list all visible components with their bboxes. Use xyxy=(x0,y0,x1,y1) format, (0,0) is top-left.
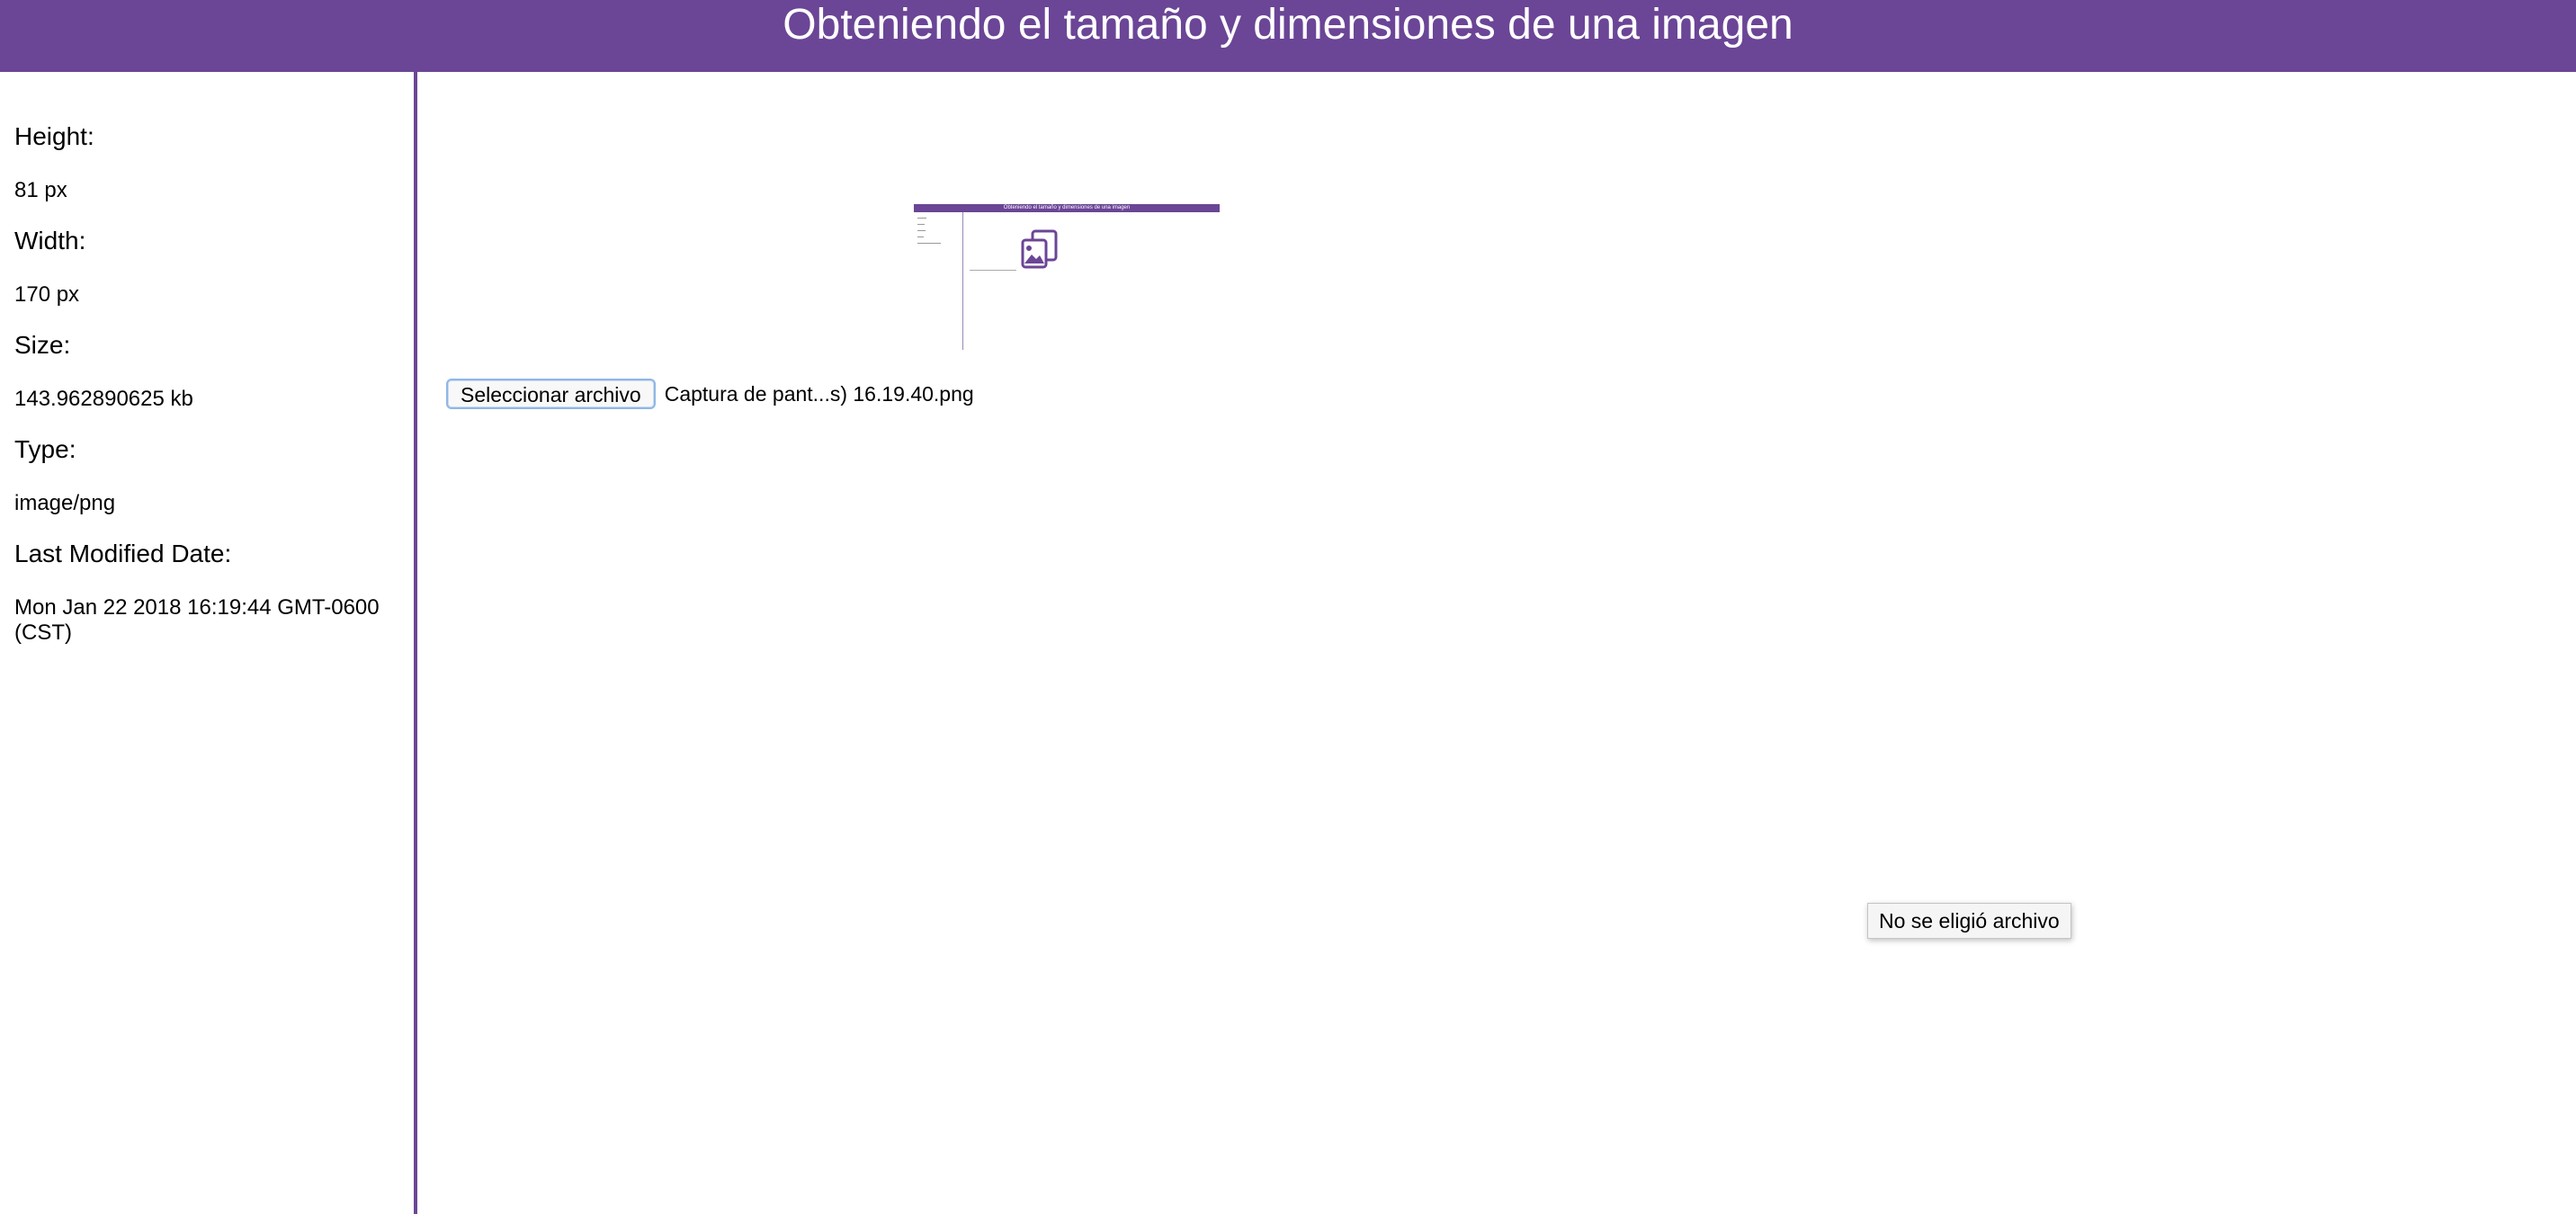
preview-header: Obteniendo el tamaño y dimensiones de un… xyxy=(914,204,1220,212)
page-header: Obteniendo el tamaño y dimensiones de un… xyxy=(0,0,2576,72)
height-value: 81 px xyxy=(14,178,67,202)
preview-text-line xyxy=(970,270,1016,271)
main-content xyxy=(417,72,2576,1214)
modified-date-label: Last Modified Date: xyxy=(14,540,232,567)
page-title: Obteniendo el tamaño y dimensiones de un… xyxy=(783,1,1793,49)
size-label: Size: xyxy=(14,331,71,359)
type-value: image/png xyxy=(14,491,116,515)
width-label: Width: xyxy=(14,227,86,254)
images-icon xyxy=(1021,229,1058,269)
modified-date-value: Mon Jan 22 2018 16:19:44 GMT-0600 (CST) xyxy=(14,595,380,645)
file-tooltip: No se eligió archivo xyxy=(1867,903,2071,939)
preview-text-line xyxy=(917,243,941,244)
preview-text-line xyxy=(917,230,926,231)
select-file-button[interactable]: Seleccionar archivo xyxy=(446,379,656,409)
image-preview: Obteniendo el tamaño y dimensiones de un… xyxy=(914,204,1220,350)
preview-text-line xyxy=(917,218,926,219)
width-value: 170 px xyxy=(14,282,80,307)
preview-text-line xyxy=(917,224,925,225)
size-value: 143.962890625 kb xyxy=(14,387,193,411)
selected-file-name: Captura de pant...s) 16.19.40.png xyxy=(664,381,974,406)
height-label: Height: xyxy=(14,122,94,150)
file-input: Seleccionar archivo Captura de pant...s)… xyxy=(446,378,974,410)
preview-sidebar xyxy=(914,212,963,350)
image-info-sidebar: Height: 81 px Width: 170 px Size: 143.96… xyxy=(0,72,417,1214)
type-label: Type: xyxy=(14,435,76,463)
